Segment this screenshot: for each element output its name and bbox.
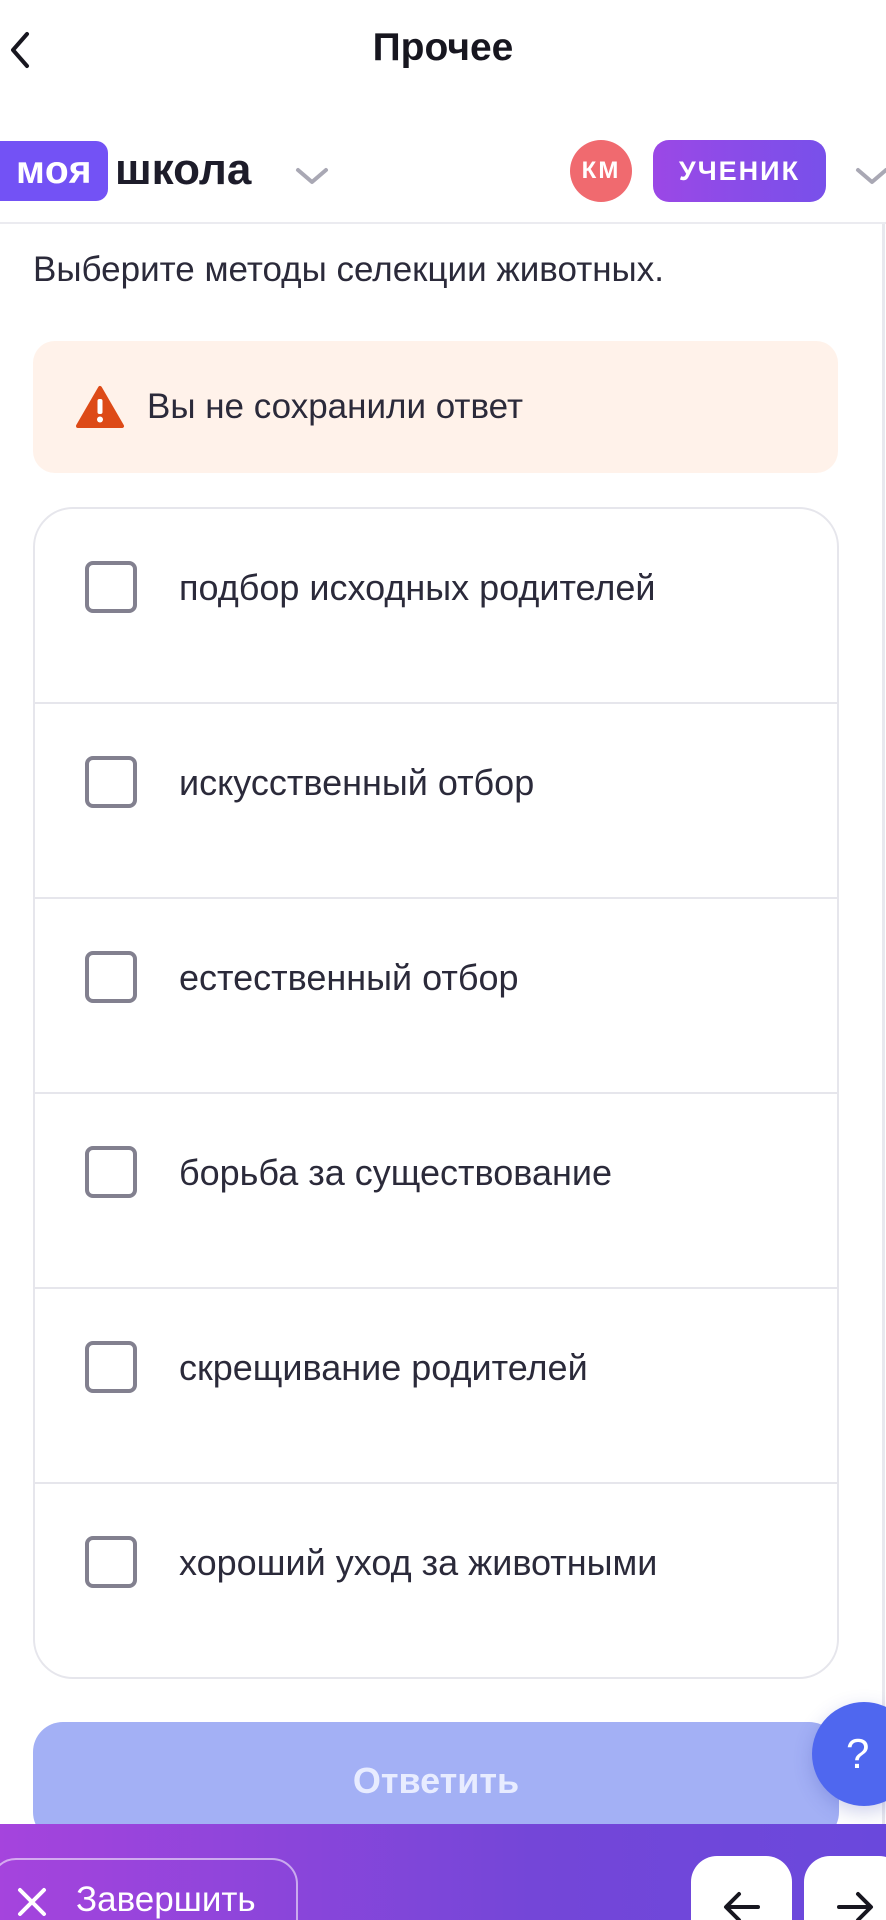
answer-options-list: подбор исходных родителей искусственный … [33, 507, 839, 1679]
answer-option[interactable]: борьба за существование [35, 1094, 837, 1289]
arrow-right-icon [836, 1892, 873, 1920]
option-label: подбор исходных родителей [179, 567, 656, 608]
answer-option[interactable]: скрещивание родителей [35, 1289, 837, 1484]
page-title: Прочее [372, 26, 514, 69]
school-menu-toggle[interactable] [292, 156, 332, 196]
question-text: Выберите методы селекции животных. [33, 250, 664, 289]
logo-shkola[interactable]: школа [115, 140, 251, 200]
role-menu-toggle[interactable] [852, 156, 886, 196]
arrow-left-icon [723, 1892, 760, 1920]
finish-label: Завершить [76, 1880, 256, 1919]
chevron-down-icon [856, 168, 886, 184]
option-label: борьба за существование [179, 1152, 612, 1193]
option-checkbox[interactable] [85, 561, 137, 613]
finish-button[interactable]: Завершить [0, 1858, 298, 1920]
option-label: искусственный отбор [179, 762, 535, 803]
unsaved-warning: Вы не сохранили ответ [33, 341, 838, 473]
answer-option[interactable]: искусственный отбор [35, 704, 837, 899]
user-avatar[interactable]: КМ [570, 140, 632, 202]
option-checkbox[interactable] [85, 1146, 137, 1198]
close-icon [18, 1888, 46, 1916]
option-checkbox[interactable] [85, 951, 137, 1003]
warning-text: Вы не сохранили ответ [147, 387, 523, 426]
scrollbar-track[interactable] [882, 224, 885, 1824]
bottom-action-bar: Завершить [0, 1824, 886, 1920]
option-checkbox[interactable] [85, 1341, 137, 1393]
option-checkbox[interactable] [85, 1536, 137, 1588]
brand-header: моя школа КМ УЧЕНИК [0, 124, 886, 224]
answer-option[interactable]: подбор исходных родителей [35, 509, 837, 704]
option-label: скрещивание родителей [179, 1347, 588, 1388]
option-checkbox[interactable] [85, 756, 137, 808]
answer-option[interactable]: хороший уход за животными [35, 1484, 837, 1677]
answer-option[interactable]: естественный отбор [35, 899, 837, 1094]
warning-triangle-icon [75, 385, 125, 429]
previous-question-button[interactable] [691, 1856, 792, 1920]
option-label: хороший уход за животными [179, 1542, 658, 1583]
next-question-button[interactable] [804, 1856, 886, 1920]
option-label: естественный отбор [179, 957, 519, 998]
role-badge[interactable]: УЧЕНИК [653, 140, 826, 202]
top-navigation-bar: Прочее [0, 0, 886, 104]
chevron-down-icon [296, 168, 328, 184]
logo-moya[interactable]: моя [0, 141, 108, 201]
